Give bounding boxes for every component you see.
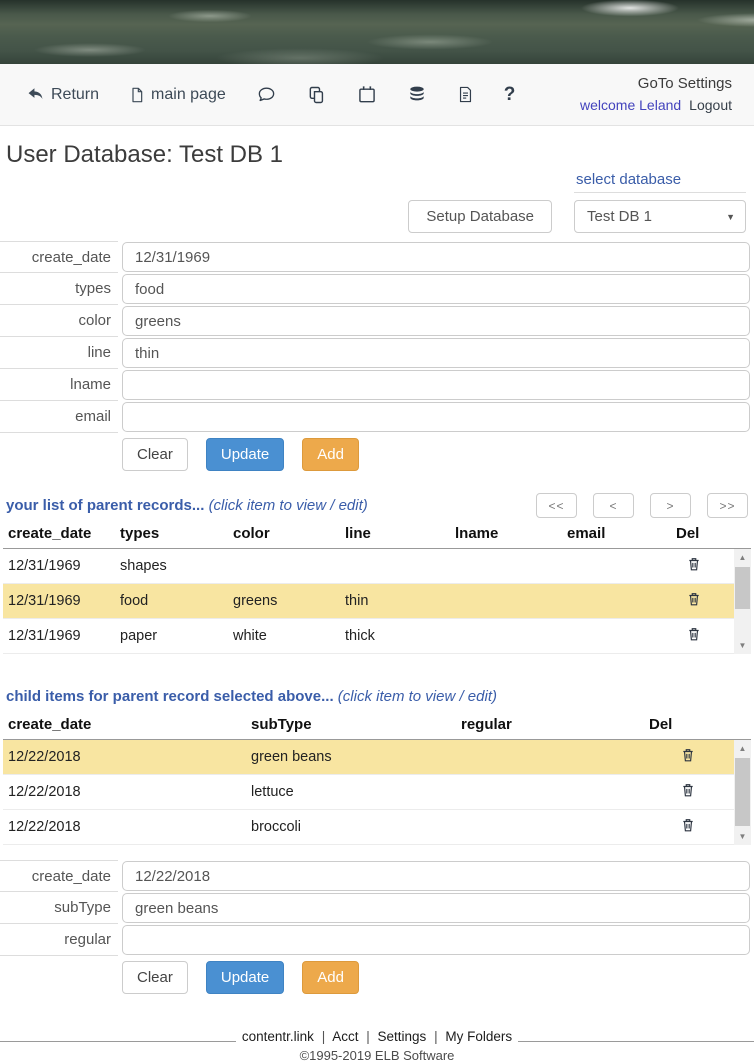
update-button[interactable]: Update [206,438,284,471]
database-icon[interactable] [407,85,427,105]
footer-link-settings[interactable]: Settings [378,1029,427,1044]
parent-records-table: create_date types color line lname email… [3,520,751,654]
table-row-selected[interactable]: 12/31/1969 food greens thin [3,584,734,619]
table-row[interactable]: 12/22/2018 broccoli [3,810,734,845]
child-record-form: create_date subType regular Clear Update… [0,860,754,1004]
goto-settings-link[interactable]: GoTo Settings [580,73,732,95]
table-row[interactable]: 12/22/2018 lettuce [3,775,734,810]
document-lines-icon[interactable] [457,85,474,104]
clear-button[interactable]: Clear [122,438,188,471]
page-last-button[interactable]: >> [707,493,748,518]
calendar-icon[interactable] [357,85,377,105]
main-page-button[interactable]: main page [129,86,226,104]
delete-trash-icon[interactable] [681,817,695,837]
field-label: regular [0,924,118,956]
top-navbar: Return main page ? GoTo Settings welcome… [0,64,754,126]
return-label: Return [51,86,99,104]
pagination: << < > >> [536,493,748,518]
clear-button[interactable]: Clear [122,961,188,994]
chat-icon[interactable] [256,85,277,104]
page-next-button[interactable]: > [650,493,691,518]
regular-input[interactable] [122,925,750,955]
field-label: line [0,337,118,369]
field-label: types [0,273,118,305]
field-label: lname [0,369,118,401]
field-label: create_date [0,860,118,892]
ocean-banner-image [0,0,754,64]
scrollbar-thumb[interactable] [735,758,750,826]
add-button[interactable]: Add [302,961,359,994]
select-database-label: select database [574,171,746,193]
database-select[interactable]: Test DB 1 ▼ [574,200,746,233]
copyright-text: ©1995-2019 ELB Software [0,1048,754,1063]
parent-table-header: create_date types color line lname email… [3,520,751,549]
page-prev-button[interactable]: < [593,493,634,518]
scroll-down-icon[interactable]: ▼ [734,828,751,845]
copy-pages-icon[interactable] [307,85,327,105]
database-select-value: Test DB 1 [587,208,652,225]
child-list-heading: child items for parent record selected a… [6,688,497,709]
child-create-date-input[interactable] [122,861,750,891]
table-row-selected[interactable]: 12/22/2018 green beans [3,740,734,775]
types-input[interactable] [122,274,750,304]
setup-database-button[interactable]: Setup Database [408,200,552,233]
table-row[interactable]: 12/31/1969 paper white thick [3,619,734,654]
footer-link-contentr[interactable]: contentr.link [242,1029,314,1044]
scroll-down-icon[interactable]: ▼ [734,637,751,654]
add-button[interactable]: Add [302,438,359,471]
return-arrow-icon [26,86,45,103]
footer-link-acct[interactable]: Acct [332,1029,358,1044]
page-first-button[interactable]: << [536,493,577,518]
color-input[interactable] [122,306,750,336]
create-date-input[interactable] [122,242,750,272]
field-label: subType [0,892,118,924]
field-label: color [0,305,118,337]
child-items-table: create_date subType regular Del 12/22/20… [3,711,751,845]
delete-trash-icon[interactable] [687,556,701,576]
parent-table-scrollbar[interactable]: ▲ ▼ [734,549,751,654]
delete-trash-icon[interactable] [687,591,701,611]
email-input[interactable] [122,402,750,432]
select-caret-icon: ▼ [726,212,735,222]
update-button[interactable]: Update [206,961,284,994]
scrollbar-thumb[interactable] [735,567,750,609]
footer-link-my-folders[interactable]: My Folders [445,1029,512,1044]
field-label: email [0,401,118,433]
parent-list-heading: your list of parent records... (click it… [6,497,368,518]
child-table-scrollbar[interactable]: ▲ ▼ [734,740,751,845]
table-row[interactable]: 12/31/1969 shapes [3,549,734,584]
scroll-up-icon[interactable]: ▲ [734,549,751,566]
scroll-up-icon[interactable]: ▲ [734,740,751,757]
page-title: User Database: Test DB 1 [6,141,754,169]
page-icon [129,86,145,104]
parent-record-form: create_date types color line lname email… [0,241,754,481]
subtype-input[interactable] [122,893,750,923]
child-table-header: create_date subType regular Del [3,711,751,740]
footer: contentr.link | Acct | Settings | My Fol… [0,1028,754,1063]
main-page-label: main page [151,86,226,104]
line-input[interactable] [122,338,750,368]
lname-input[interactable] [122,370,750,400]
welcome-user-link[interactable]: welcome Leland [580,97,681,113]
delete-trash-icon[interactable] [687,626,701,646]
delete-trash-icon[interactable] [681,782,695,802]
help-icon[interactable]: ? [504,84,516,106]
database-controls: Setup Database select database Test DB 1… [0,171,754,233]
return-button[interactable]: Return [26,86,99,104]
delete-trash-icon[interactable] [681,747,695,767]
logout-link[interactable]: Logout [689,97,732,113]
field-label: create_date [0,241,118,273]
